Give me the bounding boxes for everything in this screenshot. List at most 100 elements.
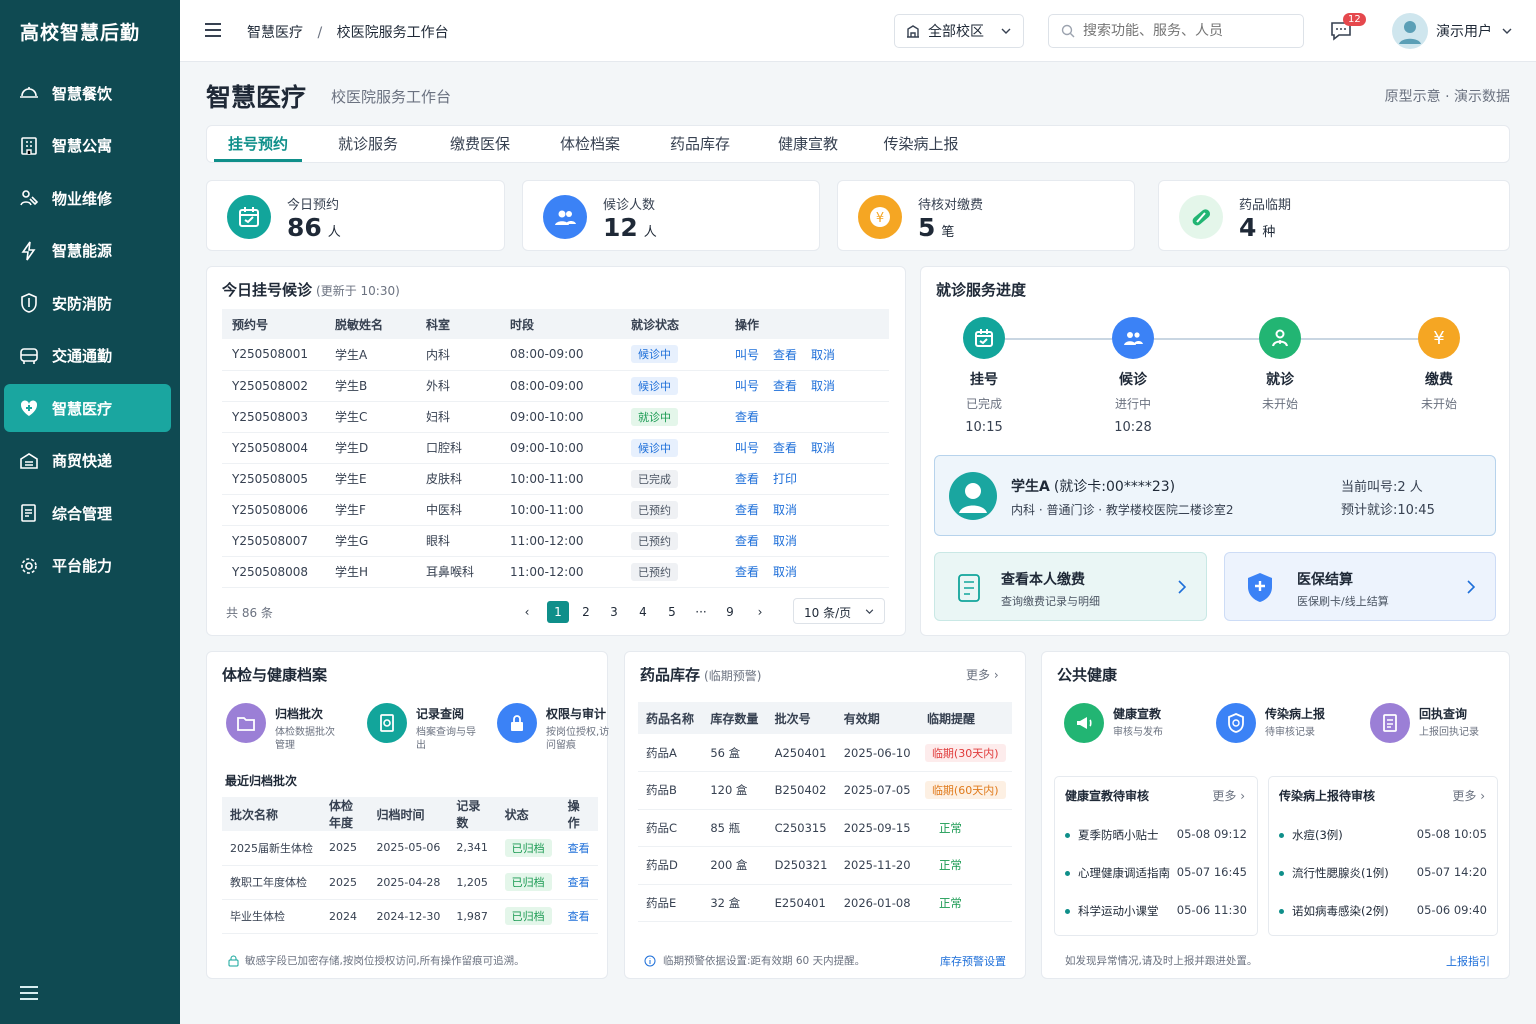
cell-name: 学生F: [325, 494, 416, 526]
messages[interactable]: 12: [1330, 13, 1366, 46]
cell-name: 毕业生体检: [222, 899, 321, 934]
column-header: 脱敏姓名: [325, 309, 416, 339]
row-action-link[interactable]: 查看: [735, 410, 759, 424]
cell-status: 已归档: [496, 865, 560, 900]
sidebar-item-10[interactable]: 平台能力: [4, 542, 171, 590]
row-action-link[interactable]: 查看: [735, 472, 759, 486]
search-input[interactable]: [1083, 23, 1283, 39]
folder-entry[interactable]: 归档批次 体检数据批次管理: [226, 703, 339, 752]
page-button[interactable]: 1: [547, 601, 569, 623]
education-review-list: 健康宣教待审核 更多 › 夏季防晒小贴士 05-08 09:12 心理健康调适指南 0…: [1054, 776, 1258, 936]
cell-batch: C250315: [766, 809, 836, 847]
tab-3[interactable]: 缴费医保: [436, 126, 524, 162]
row-action-link[interactable]: 取消: [773, 565, 797, 579]
tab-5[interactable]: 药品库存: [656, 126, 744, 162]
row-action-link[interactable]: 查看: [773, 441, 797, 455]
page-button[interactable]: ···: [690, 601, 712, 623]
drug-more-link[interactable]: 更多 ›: [966, 666, 999, 683]
cell-time: 09:00-10:00: [500, 432, 621, 464]
list-item[interactable]: 夏季防晒小贴士 05-08 09:12: [1065, 827, 1247, 843]
cell-name: 药品D: [638, 846, 703, 885]
row-action-link[interactable]: 叫号: [735, 348, 759, 362]
search-box[interactable]: [1048, 14, 1304, 48]
row-action-link[interactable]: 取消: [811, 441, 835, 455]
page-button[interactable]: 3: [603, 601, 625, 623]
tab-2[interactable]: 就诊服务: [324, 126, 412, 162]
tab-7[interactable]: 传染病上报: [872, 126, 970, 162]
campus-select[interactable]: 全部校区: [894, 14, 1024, 48]
svg-text:¥: ¥: [876, 211, 884, 226]
view-link[interactable]: 查看: [568, 842, 590, 855]
page-button[interactable]: 2: [575, 601, 597, 623]
cell-id: Y250508006: [222, 494, 325, 526]
cell-op: 查看: [559, 899, 598, 934]
row-action-link[interactable]: 取消: [811, 379, 835, 393]
virus-report-entry[interactable]: 传染病上报 待审核记录: [1216, 703, 1325, 743]
status-badge: 已归档: [504, 838, 552, 857]
prev-page-icon[interactable]: ‹: [516, 601, 538, 623]
stock-alert-settings-link[interactable]: 库存预警设置: [940, 953, 1006, 969]
list-item[interactable]: 水痘(3例) 05-08 10:05: [1279, 827, 1487, 843]
lock-entry[interactable]: 权限与审计 按岗位授权,访问留痕: [497, 703, 610, 752]
row-action-link[interactable]: 取消: [773, 503, 797, 517]
cell-dept: 眼科: [416, 525, 500, 557]
step-status: 未开始: [1261, 397, 1298, 411]
table-row: Y250508001 学生A 内科 08:00-09:00 候诊中 叫号 查看 取消: [222, 339, 889, 371]
row-action-link[interactable]: 查看: [735, 565, 759, 579]
education-more-link[interactable]: 更多 ›: [1212, 787, 1245, 804]
row-action-link[interactable]: 叫号: [735, 379, 759, 393]
report-guide-link[interactable]: 上报指引: [1446, 953, 1490, 969]
tab-1[interactable]: 挂号预约: [214, 126, 302, 162]
page-size-select[interactable]: 10 条/页: [793, 598, 885, 624]
row-action-link[interactable]: 取消: [811, 348, 835, 362]
megaphone-entry[interactable]: 健康宣教 审核与发布: [1064, 703, 1163, 743]
page-button[interactable]: 9: [719, 601, 741, 623]
row-action-link[interactable]: 打印: [773, 472, 797, 486]
collapse-menu-icon[interactable]: [18, 984, 40, 1002]
list-item[interactable]: 科学运动小课堂 05-06 11:30: [1065, 903, 1247, 919]
sidebar-item-1[interactable]: 智慧餐饮: [4, 69, 171, 117]
cell-count: 2,341: [448, 831, 497, 866]
cell-name: 教职工年度体检: [222, 865, 321, 900]
sidebar-item-4[interactable]: 智慧能源: [4, 227, 171, 275]
exam-footer: 敏感字段已加密存储,按岗位授权访问,所有操作留痕可追溯。: [228, 953, 525, 968]
list-item[interactable]: 心理健康调适指南 05-07 16:45: [1065, 865, 1247, 881]
sidebar-item-6[interactable]: 交通通勤: [4, 332, 171, 380]
receipt-entry[interactable]: 回执查询 上报回执记录: [1370, 703, 1479, 743]
row-action-link[interactable]: 取消: [773, 534, 797, 548]
breadcrumb-item[interactable]: 智慧医疗: [247, 25, 303, 41]
sidebar-item-3[interactable]: 物业维修: [4, 174, 171, 222]
view-link[interactable]: 查看: [568, 876, 590, 889]
row-action-link[interactable]: 叫号: [735, 441, 759, 455]
row-action-link[interactable]: 查看: [773, 379, 797, 393]
cell-ops: 叫号 查看 取消: [725, 432, 889, 464]
energy-icon: [18, 240, 40, 262]
list-item[interactable]: 流行性腮腺炎(1例) 05-07 14:20: [1279, 865, 1487, 881]
page-button[interactable]: 5: [661, 601, 683, 623]
breadcrumb-current: 校医院服务工作台: [336, 25, 449, 41]
view-link[interactable]: 查看: [568, 910, 590, 923]
view-payment-card[interactable]: 查看本人缴费 查询缴费记录与明细: [934, 552, 1207, 621]
record-search-entry[interactable]: 记录查阅 档案查询与导出: [367, 703, 480, 752]
status-badge: 已预约: [631, 531, 678, 550]
step-name: 挂号: [970, 372, 998, 388]
sidebar-item-5[interactable]: 安防消防: [4, 279, 171, 327]
list-item[interactable]: 诺如病毒感染(2例) 05-06 09:40: [1279, 903, 1487, 919]
sidebar-item-9[interactable]: 综合管理: [4, 489, 171, 537]
menu-icon[interactable]: [204, 22, 222, 38]
tab-6[interactable]: 健康宣教: [764, 126, 852, 162]
row-action-link[interactable]: 查看: [773, 348, 797, 362]
sidebar-item-2[interactable]: 智慧公寓: [4, 122, 171, 170]
insurance-card[interactable]: 医保结算 医保刷卡/线上结算: [1224, 552, 1496, 621]
tab-4[interactable]: 体检档案: [546, 126, 634, 162]
row-action-link[interactable]: 查看: [735, 534, 759, 548]
cell-op: 查看: [559, 865, 598, 900]
sidebar-item-8[interactable]: 商贸快递: [4, 437, 171, 485]
disease-more-link[interactable]: 更多 ›: [1452, 787, 1485, 804]
sidebar-item-7[interactable]: 智慧医疗: [4, 384, 171, 432]
cell-time: 10:00-11:00: [500, 494, 621, 526]
next-page-icon[interactable]: ›: [749, 601, 771, 623]
page-button[interactable]: 4: [632, 601, 654, 623]
user-menu[interactable]: 演示用户: [1392, 13, 1512, 49]
row-action-link[interactable]: 查看: [735, 503, 759, 517]
